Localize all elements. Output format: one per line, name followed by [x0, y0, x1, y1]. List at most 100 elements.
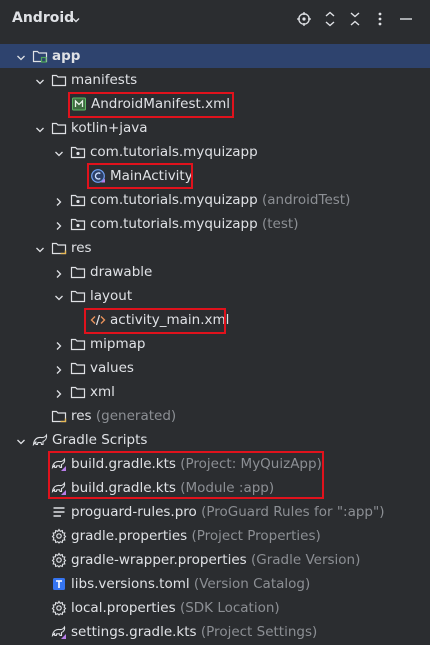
folder-icon: [70, 288, 86, 304]
view-selector-title[interactable]: Android: [12, 10, 74, 26]
chevron-down-icon[interactable]: [54, 147, 64, 157]
chevron-down-icon[interactable]: [35, 123, 45, 133]
tree-item-package-main[interactable]: com.tutorials.myquizapp: [0, 140, 430, 164]
chevron-down-icon[interactable]: [16, 435, 26, 445]
chevron-right-icon[interactable]: [54, 267, 64, 278]
highlight-box-main-activity: [87, 163, 193, 189]
highlight-box-android-manifest: [68, 92, 234, 118]
resource-folder-icon: [51, 240, 67, 256]
tree-item-label: layout: [90, 288, 133, 304]
tree-item-package-android-test[interactable]: com.tutorials.myquizapp (androidTest): [0, 188, 430, 212]
target-icon[interactable]: [296, 11, 312, 27]
tree-item-label: local.properties (SDK Location): [71, 599, 280, 617]
tree-item-settings-gradle[interactable]: settings.gradle.kts (Project Settings): [0, 620, 430, 644]
folder-icon: [51, 72, 67, 88]
tree-item-label: kotlin+java: [71, 120, 148, 136]
tree-item-label: drawable: [90, 264, 153, 280]
chevron-right-icon[interactable]: [54, 363, 64, 374]
highlight-box-activity-main: [84, 308, 226, 334]
tree-item-label: gradle-wrapper.properties (Gradle Versio…: [71, 551, 360, 569]
chevron-down-icon[interactable]: [35, 75, 45, 85]
tree-item-xml[interactable]: xml: [0, 380, 430, 404]
folder-icon: [70, 336, 86, 352]
tree-item-kotlin-java[interactable]: kotlin+java: [0, 116, 430, 140]
folder-icon: [70, 264, 86, 280]
tree-item-label: settings.gradle.kts (Project Settings): [71, 623, 317, 641]
tree-item-package-test[interactable]: com.tutorials.myquizapp (test): [0, 212, 430, 236]
gradle-kotlin-file-icon: [51, 624, 67, 640]
tree-item-label: com.tutorials.myquizapp: [90, 144, 258, 160]
folder-icon: [51, 120, 67, 136]
tree-item-label: com.tutorials.myquizapp (androidTest): [90, 191, 350, 209]
project-toolbar: Android: [0, 0, 430, 38]
chevron-down-icon[interactable]: [35, 243, 45, 253]
tree-item-label: res: [71, 240, 92, 256]
tree-item-res-generated[interactable]: res (generated): [0, 404, 430, 428]
chevron-right-icon[interactable]: [54, 195, 64, 206]
file-qualifier: (Project Properties): [191, 528, 321, 544]
chevron-right-icon[interactable]: [54, 387, 64, 398]
tree-item-label: gradle.properties (Project Properties): [71, 527, 321, 545]
tree-item-label: manifests: [71, 72, 138, 88]
file-name: settings.gradle.kts: [71, 624, 197, 640]
gradle-icon: [32, 432, 48, 448]
tree-item-local-properties[interactable]: local.properties (SDK Location): [0, 596, 430, 620]
tree-item-label: com.tutorials.myquizapp (test): [90, 215, 298, 233]
file-qualifier: (Project Settings): [200, 624, 318, 640]
chevron-down-icon[interactable]: [71, 13, 81, 29]
tree-item-label: values: [90, 360, 134, 376]
collapse-all-icon[interactable]: [347, 11, 363, 27]
minimize-icon[interactable]: [398, 11, 414, 27]
more-icon[interactable]: [372, 11, 388, 27]
tree-item-label: xml: [90, 384, 115, 400]
tree-item-gradle-scripts[interactable]: Gradle Scripts: [0, 428, 430, 452]
tree-item-main-activity[interactable]: MainActivity: [0, 164, 430, 188]
file-qualifier: (Version Catalog): [193, 576, 311, 592]
file-name: local.properties: [71, 600, 176, 616]
gear-icon: [51, 528, 67, 544]
package-folder-icon: [70, 192, 86, 208]
tree-item-label: proguard-rules.pro (ProGuard Rules for "…: [71, 503, 384, 521]
package-folder-icon: [70, 144, 86, 160]
tree-item-drawable[interactable]: drawable: [0, 260, 430, 284]
package-qualifier: (test): [262, 216, 299, 232]
file-name: gradle.properties: [71, 528, 188, 544]
chevron-right-icon[interactable]: [54, 219, 64, 230]
tree-item-values[interactable]: values: [0, 356, 430, 380]
highlight-box-build-gradle-files: [48, 451, 324, 499]
folder-icon: [70, 384, 86, 400]
resource-folder-icon: [51, 408, 67, 424]
tree-item-label: mipmap: [90, 336, 146, 352]
module-folder-icon: [32, 48, 48, 64]
file-name: gradle-wrapper.properties: [71, 552, 247, 568]
tree-item-gradle-wrapper-properties[interactable]: gradle-wrapper.properties (Gradle Versio…: [0, 548, 430, 572]
tree-item-label: Gradle Scripts: [52, 432, 148, 448]
chevron-down-icon[interactable]: [16, 51, 26, 61]
toml-file-icon: [51, 576, 67, 592]
expand-all-icon[interactable]: [322, 11, 338, 27]
file-qualifier: (ProGuard Rules for ":app"): [201, 504, 385, 520]
folder-name: res: [71, 408, 92, 424]
package-qualifier: (androidTest): [262, 192, 351, 208]
file-name: proguard-rules.pro: [71, 504, 197, 520]
gear-icon: [51, 600, 67, 616]
tree-item-gradle-properties[interactable]: gradle.properties (Project Properties): [0, 524, 430, 548]
tree-item-proguard-rules[interactable]: proguard-rules.pro (ProGuard Rules for "…: [0, 500, 430, 524]
chevron-down-icon[interactable]: [54, 291, 64, 301]
tree-item-layout[interactable]: layout: [0, 284, 430, 308]
tree-item-label: libs.versions.toml (Version Catalog): [71, 575, 310, 593]
gear-icon: [51, 552, 67, 568]
tree-item-libs-versions[interactable]: libs.versions.toml (Version Catalog): [0, 572, 430, 596]
tree-item-label: app: [52, 48, 81, 64]
tree-item-manifests[interactable]: manifests: [0, 68, 430, 92]
package-name: com.tutorials.myquizapp: [90, 216, 258, 232]
file-qualifier: (Gradle Version): [251, 552, 361, 568]
folder-qualifier: (generated): [95, 408, 177, 424]
tree-item-mipmap[interactable]: mipmap: [0, 332, 430, 356]
folder-icon: [70, 360, 86, 376]
tree-item-label: res (generated): [71, 407, 176, 425]
tree-item-res[interactable]: res: [0, 236, 430, 260]
package-name: com.tutorials.myquizapp: [90, 192, 258, 208]
chevron-right-icon[interactable]: [54, 339, 64, 350]
tree-item-app[interactable]: app: [0, 44, 430, 68]
